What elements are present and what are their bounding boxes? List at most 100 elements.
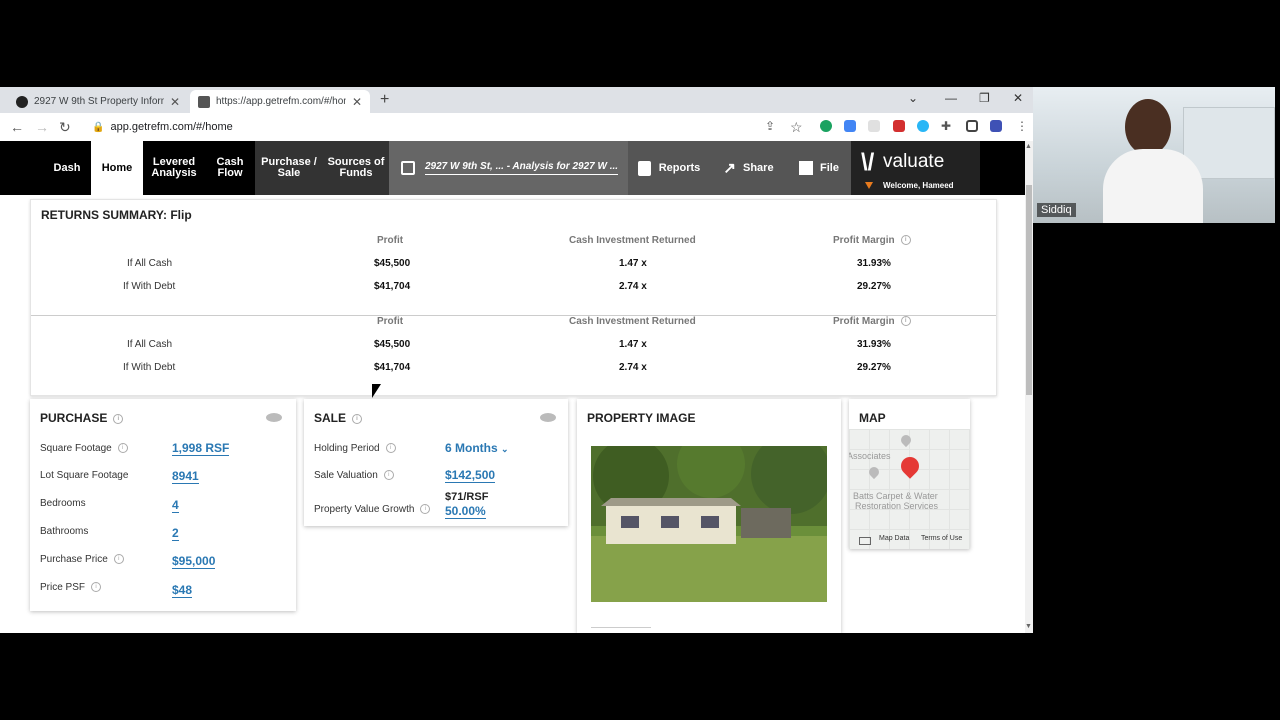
scroll-thumb[interactable] — [1026, 185, 1032, 395]
reload-icon[interactable]: ↻ — [59, 119, 71, 136]
main-content: RETURNS SUMMARY: Flip Profit Cash Invest… — [0, 195, 1025, 633]
menu-kebab-icon[interactable]: ⋮ — [1016, 119, 1028, 133]
header-profit-margin: Profit Margin i — [833, 316, 911, 327]
property-image-card: PROPERTY IMAGE — [577, 399, 841, 633]
analysis-title-field[interactable]: 2927 W 9th St, ... - Analysis for 2927 W… — [389, 141, 628, 195]
lot-square-footage-value[interactable]: 8941 — [172, 470, 199, 484]
sale-valuation-value[interactable]: $142,500 — [445, 469, 496, 483]
file-button[interactable]: File — [787, 141, 851, 195]
extension-icon[interactable] — [868, 120, 880, 132]
extensions-puzzle-icon[interactable]: ✚ — [941, 119, 951, 133]
scroll-down-icon[interactable]: ▼ — [1025, 623, 1032, 630]
tab-property-info[interactable]: 2927 W 9th St Property Informat ✕ — [8, 90, 188, 113]
restore-icon[interactable]: ❐ — [979, 91, 990, 105]
bookmark-star-icon[interactable]: ☆ — [790, 119, 803, 136]
field-label: Bathrooms — [40, 526, 89, 537]
info-icon[interactable]: i — [900, 235, 911, 246]
tab-app[interactable]: https://app.getrefm.com/#/home ✕ — [190, 90, 370, 113]
reports-button[interactable]: Reports — [628, 141, 710, 195]
map-label: Batts Carpet & Water — [853, 491, 938, 501]
header-profit: Profit — [377, 316, 404, 327]
field-label: Purchase Price i — [40, 554, 124, 565]
info-icon[interactable]: i — [900, 316, 911, 327]
window-close-icon[interactable]: ✕ — [1013, 91, 1023, 105]
nav-levered-analysis[interactable]: Levered Analysis — [143, 141, 205, 195]
profile-icon[interactable] — [990, 120, 1002, 132]
tab-search-icon[interactable]: ⌄ — [908, 91, 918, 105]
page-scrollbar[interactable]: ▲ ▼ — [1025, 141, 1033, 633]
row-label: If All Cash — [127, 339, 173, 350]
valuate-logo: \/ valuate Welcome, Hameed — [851, 141, 980, 195]
share-button[interactable]: ↗ Share — [710, 141, 787, 195]
property-value-growth-value[interactable]: 50.00% — [445, 505, 486, 519]
info-icon[interactable]: i — [385, 443, 396, 454]
forward-icon[interactable]: → — [35, 119, 49, 135]
field-label: Bedrooms — [40, 498, 86, 509]
eye-icon[interactable] — [266, 413, 282, 422]
back-icon[interactable]: ← — [10, 119, 24, 135]
extension-grammarly-icon[interactable] — [820, 120, 832, 132]
holding-period-dropdown[interactable]: 6 Months ⌄ — [445, 442, 509, 456]
margin-value: 31.93% — [857, 258, 891, 269]
info-icon[interactable]: i — [113, 554, 124, 565]
scroll-up-icon[interactable]: ▲ — [1025, 143, 1032, 150]
keyboard-icon[interactable] — [859, 537, 871, 545]
purchase-card: PURCHASE i Square Footage i 1,998 RSF Lot … — [30, 399, 296, 611]
purchase-price-value[interactable]: $95,000 — [172, 555, 216, 569]
sidepanel-icon[interactable] — [966, 120, 978, 132]
square-footage-value[interactable]: 1,998 RSF — [172, 442, 230, 456]
map-label: Associates — [849, 451, 891, 461]
user-menu-triangle-icon[interactable] — [865, 182, 873, 189]
tab-close-icon[interactable]: ✕ — [352, 95, 362, 109]
tab-title: https://app.getrefm.com/#/home — [216, 96, 346, 107]
new-tab-button[interactable]: + — [380, 91, 389, 109]
nav-home[interactable]: Home — [91, 141, 143, 195]
label-text: Purchase Price — [40, 554, 108, 565]
url-bar[interactable]: 🔒 app.getrefm.com/#/home — [92, 117, 762, 137]
file-label: File — [820, 161, 839, 174]
tab-favicon-icon — [198, 95, 210, 108]
address-bar-row: ← → ↻ 🔒 app.getrefm.com/#/home ⇪ ☆ ✚ ⋮ — [0, 113, 1033, 142]
holding-period-value: 6 Months — [445, 441, 498, 455]
extension-icon[interactable] — [844, 120, 856, 132]
cash-return-value: 1.47 x — [619, 258, 647, 269]
info-icon[interactable]: i — [383, 470, 394, 481]
map-label: Restoration Services — [855, 501, 939, 511]
bathrooms-value[interactable]: 2 — [172, 527, 179, 541]
extension-cloud-icon[interactable] — [917, 120, 929, 132]
map-data-link[interactable]: Map Data — [879, 535, 909, 542]
profit-value: $45,500 — [374, 339, 411, 350]
nav-dash[interactable]: Dash — [43, 141, 91, 195]
price-psf-value[interactable]: $48 — [172, 584, 193, 598]
map-view[interactable]: Associates Batts Carpet & Water Restorat… — [849, 429, 970, 549]
app-navbar: Dash Home Levered Analysis Cash Flow Pur… — [0, 141, 1025, 195]
header-profit-margin: Profit Margin i — [833, 235, 911, 246]
info-icon[interactable]: i — [352, 413, 363, 424]
field-label: Square Footage i — [40, 443, 128, 454]
extension-pdf-icon[interactable] — [893, 120, 905, 132]
info-icon[interactable]: i — [91, 582, 102, 593]
margin-value: 31.93% — [857, 339, 891, 350]
nav-cash-flow[interactable]: Cash Flow — [205, 141, 255, 195]
property-photo[interactable] — [591, 446, 827, 602]
mouse-cursor-icon — [372, 384, 381, 398]
nav-purchase-sale[interactable]: Purchase / Sale — [255, 141, 323, 195]
terms-of-use-link[interactable]: Terms of Use — [921, 535, 962, 542]
field-label: Price PSF i — [40, 582, 102, 593]
purchase-title-label: PURCHASE — [40, 411, 108, 425]
chevron-down-icon: ⌄ — [501, 444, 509, 454]
eye-icon[interactable] — [540, 413, 556, 422]
row-label: If With Debt — [123, 362, 176, 373]
info-icon[interactable]: i — [113, 413, 124, 424]
minimize-icon[interactable]: — — [945, 91, 957, 105]
welcome-text[interactable]: Welcome, Hameed — [883, 181, 954, 190]
share-page-icon[interactable]: ⇪ — [765, 119, 775, 133]
cash-return-value: 1.47 x — [619, 339, 647, 350]
tab-close-icon[interactable]: ✕ — [170, 95, 180, 109]
bedrooms-value[interactable]: 4 — [172, 499, 179, 513]
label-text: Sale Valuation — [314, 470, 378, 481]
info-icon[interactable]: i — [420, 504, 431, 515]
info-icon[interactable]: i — [117, 443, 128, 454]
nav-sources-of-funds[interactable]: Sources of Funds — [323, 141, 389, 195]
sale-card: SALE i Holding Period i 6 Months ⌄ Sale Va… — [304, 399, 568, 526]
